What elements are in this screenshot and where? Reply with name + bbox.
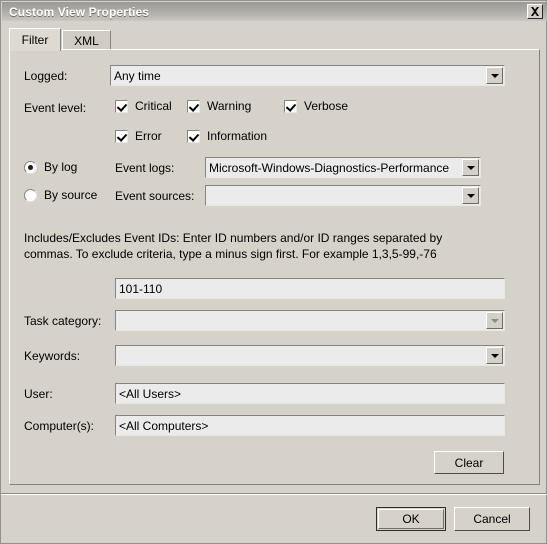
tab-strip: Filter XML (9, 28, 540, 51)
task-category-combo[interactable] (115, 310, 505, 331)
event-sources-label: Event sources: (115, 189, 195, 203)
event-ids-input-value: 101-110 (119, 281, 163, 296)
radio-by-source-label: By source (44, 188, 98, 202)
clear-button[interactable]: Clear (434, 451, 504, 474)
ok-button-label: OK (402, 512, 420, 526)
event-logs-combo[interactable]: Microsoft-Windows-Diagnostics-Performanc… (205, 157, 481, 178)
computers-input[interactable]: <All Computers> (115, 415, 505, 436)
tab-filter[interactable]: Filter (9, 28, 61, 51)
logged-combo[interactable]: Any time (110, 65, 505, 86)
ok-button[interactable]: OK (376, 507, 446, 531)
task-category-label: Task category: (24, 314, 102, 328)
chevron-down-icon[interactable] (462, 159, 479, 176)
computers-label: Computer(s): (24, 419, 95, 433)
logged-combo-value: Any time (114, 68, 161, 83)
footer-separator (1, 493, 547, 495)
tab-xml[interactable]: XML (62, 30, 111, 50)
checkbox-verbose-label: Verbose (304, 99, 349, 113)
event-ids-input[interactable]: 101-110 (115, 278, 505, 299)
chevron-down-icon[interactable] (462, 187, 479, 204)
clear-button-label: Clear (454, 455, 484, 470)
checkbox-warning-box[interactable] (187, 99, 200, 113)
checkbox-error-box[interactable] (115, 129, 128, 143)
checkbox-critical-label: Critical (135, 99, 172, 113)
checkbox-warning[interactable]: Warning (187, 99, 251, 113)
close-icon[interactable] (527, 4, 543, 19)
radio-by-log[interactable]: By log (24, 160, 77, 174)
user-label: User: (24, 387, 53, 401)
close-glyph (531, 7, 539, 16)
radio-by-log-label: By log (44, 160, 78, 174)
tab-filter-label: Filter (21, 33, 49, 47)
chevron-down-icon[interactable] (486, 347, 503, 364)
radio-by-log-circle[interactable] (24, 160, 37, 174)
computers-input-value: <All Computers> (119, 418, 209, 433)
event-logs-label: Event logs: (115, 161, 175, 175)
chevron-down-icon[interactable] (486, 67, 503, 84)
radio-by-source-circle[interactable] (24, 188, 37, 202)
custom-view-properties-dialog: Custom View Properties Filter XML Logged… (0, 0, 547, 544)
title-bar: Custom View Properties (2, 2, 547, 21)
window-title: Custom View Properties (9, 4, 150, 19)
tab-xml-label: XML (74, 33, 99, 48)
checkbox-information[interactable]: Information (187, 129, 267, 143)
checkbox-error[interactable]: Error (115, 129, 162, 143)
checkbox-error-label: Error (135, 129, 162, 143)
checkbox-information-box[interactable] (187, 129, 200, 143)
keywords-combo[interactable] (115, 345, 505, 366)
cancel-button-label: Cancel (473, 512, 511, 526)
filter-tab-panel: Logged: Any time Event level: Critical W… (9, 49, 540, 485)
checkbox-warning-label: Warning (207, 99, 252, 113)
chevron-down-icon[interactable] (486, 312, 503, 329)
logged-label: Logged: (24, 69, 68, 83)
event-ids-help-text: Includes/Excludes Event IDs: Enter ID nu… (24, 231, 443, 261)
event-sources-combo[interactable] (205, 185, 481, 206)
checkbox-critical-box[interactable] (115, 99, 128, 113)
user-input[interactable]: <All Users> (115, 383, 505, 404)
user-input-value: <All Users> (119, 386, 182, 401)
checkbox-information-label: Information (207, 129, 268, 143)
checkbox-critical[interactable]: Critical (115, 99, 172, 113)
checkbox-verbose[interactable]: Verbose (284, 99, 348, 113)
event-logs-combo-value: Microsoft-Windows-Diagnostics-Performanc… (209, 160, 450, 175)
radio-by-source[interactable]: By source (24, 188, 97, 202)
keywords-label: Keywords: (24, 349, 81, 363)
checkbox-verbose-box[interactable] (284, 99, 297, 113)
event-level-label: Event level: (24, 101, 87, 115)
cancel-button[interactable]: Cancel (454, 507, 530, 531)
